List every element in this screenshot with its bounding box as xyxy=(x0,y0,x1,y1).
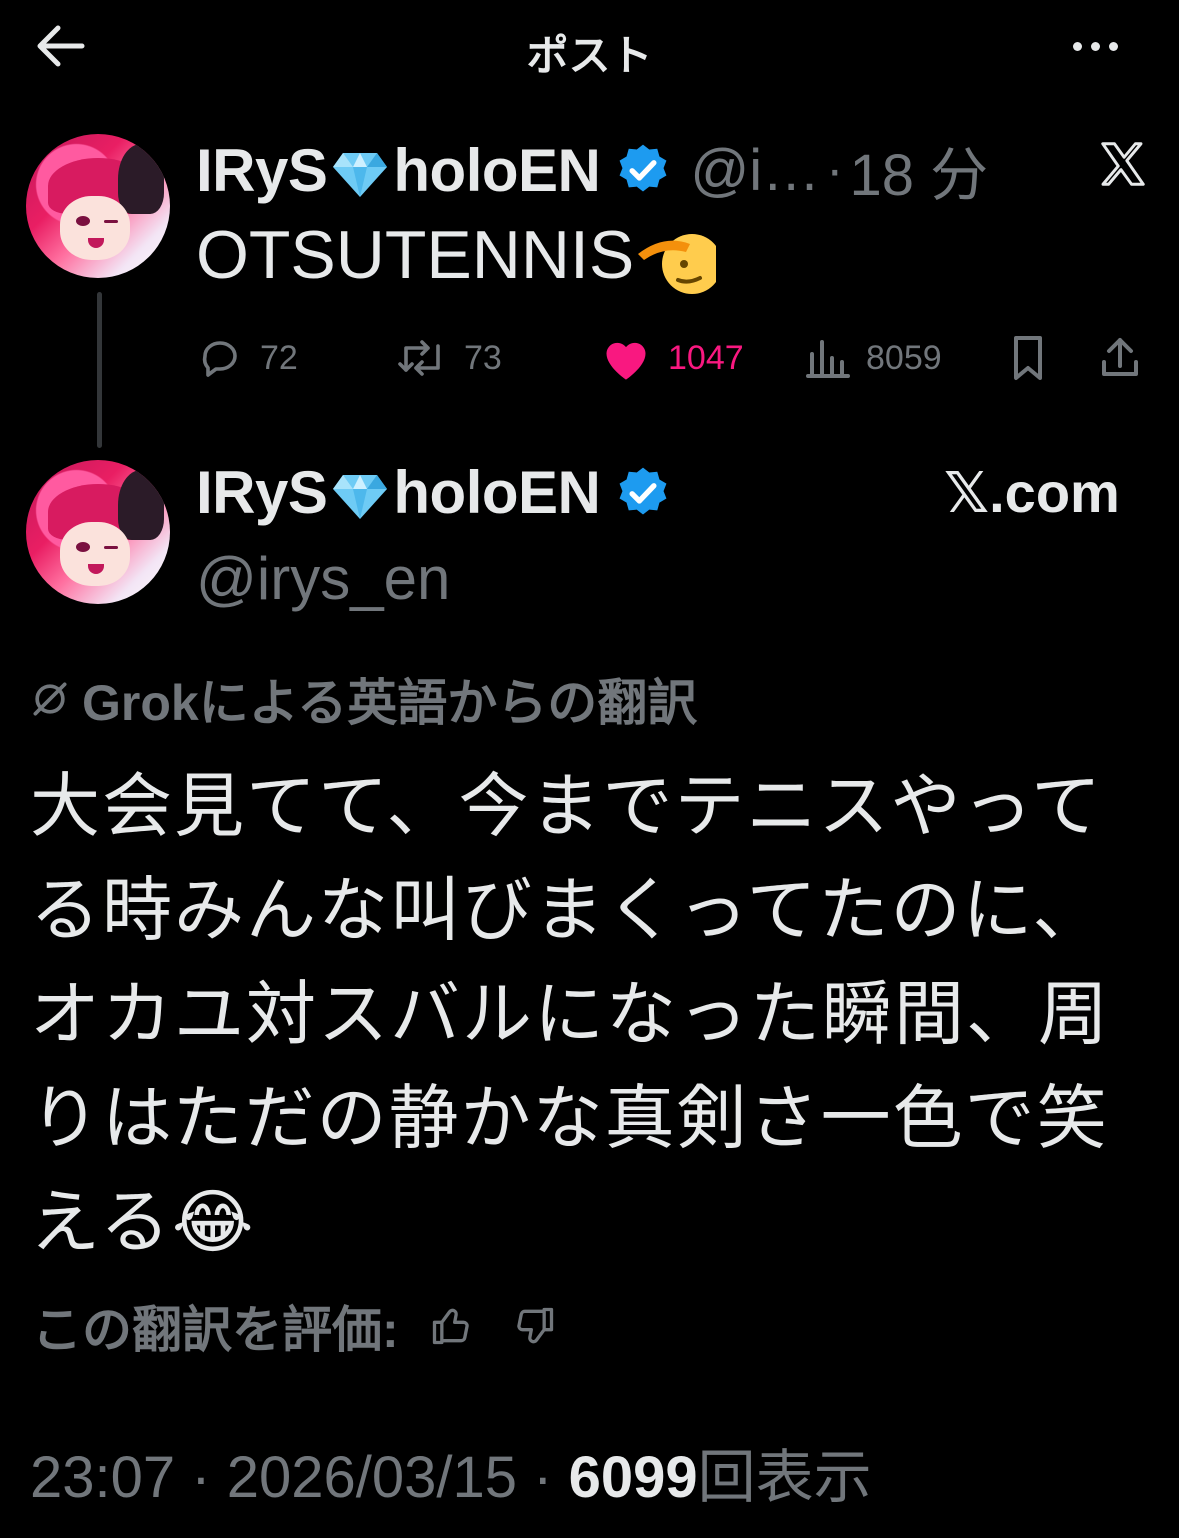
main-author-row: IRyS holoEN xyxy=(196,458,672,527)
thumbs-up-button[interactable] xyxy=(429,1304,473,1348)
views-label: 回表示 xyxy=(697,1445,872,1510)
tweet-meta: 23:07 · 2026/03/15 · 6099回表示 xyxy=(30,1430,872,1514)
bookmark-icon xyxy=(1014,336,1042,380)
analytics-icon xyxy=(806,340,850,378)
more-dot xyxy=(1108,41,1118,51)
separator: · xyxy=(533,1445,553,1510)
post-time: 23:07 xyxy=(30,1445,176,1510)
x-logo-icon xyxy=(1101,142,1145,186)
thread-line xyxy=(97,292,102,448)
bookmark-button[interactable] xyxy=(1006,330,1066,386)
page-title: ポスト xyxy=(526,32,653,79)
reply-author-row: IRyS holoEN @i… · 18 分 xyxy=(196,128,988,212)
separator: · xyxy=(826,141,844,199)
top-bar: ポスト xyxy=(0,0,1179,96)
thumbs-down-icon xyxy=(516,1307,553,1344)
separator: · xyxy=(191,1445,211,1510)
source-label[interactable]: 𝕏.com xyxy=(944,460,1120,526)
rate-label: この翻訳を評価: xyxy=(32,1302,399,1358)
reply-icon xyxy=(202,341,237,377)
reply-count: 72 xyxy=(260,338,298,377)
post-date: 2026/03/15 xyxy=(226,1445,518,1510)
like-count: 1047 xyxy=(668,338,744,377)
rate-translation: この翻訳を評価: xyxy=(32,1290,557,1362)
more-dot xyxy=(1090,41,1100,51)
thumbs-up-icon xyxy=(432,1308,469,1345)
verified-badge-icon xyxy=(619,144,667,192)
saluting-face-icon xyxy=(638,234,717,295)
translation-note-text: Grokによる英語からの翻訳 xyxy=(82,675,698,731)
more-dots-icon xyxy=(1072,41,1082,51)
translation-note[interactable]: Grokによる英語からの翻訳 xyxy=(28,663,697,735)
translate-icon xyxy=(33,682,67,716)
tweet-time[interactable]: 18 分 xyxy=(849,128,988,212)
share-button[interactable] xyxy=(1096,330,1160,386)
share-icon xyxy=(1102,338,1138,376)
views-count[interactable]: 6099 xyxy=(569,1445,698,1510)
views-count: 8059 xyxy=(866,338,942,377)
heart-filled-icon xyxy=(606,342,646,380)
views-button[interactable]: 8059 xyxy=(806,330,942,386)
gem-icon xyxy=(333,475,388,520)
avatar[interactable] xyxy=(26,134,170,278)
like-button[interactable]: 1047 xyxy=(600,330,744,386)
gem-icon xyxy=(333,152,388,197)
repost-button[interactable]: 73 xyxy=(396,330,502,386)
author-handle[interactable]: @i… xyxy=(690,137,820,204)
reply-button[interactable]: 72 xyxy=(196,330,298,386)
tears-of-joy-emoji: 😂 xyxy=(171,1183,256,1261)
author-name[interactable]: IRyS holoEN xyxy=(196,136,601,205)
more-button[interactable] xyxy=(1060,22,1130,70)
avatar[interactable] xyxy=(26,460,170,604)
translated-text: 大会見てて、今までテニスやってる時みんな叫びまくってたのに、オカユ対スバルになっ… xyxy=(30,767,1110,1261)
action-bar: 72 73 1047 8059 xyxy=(196,330,1156,386)
author-handle[interactable]: @irys_en xyxy=(196,544,450,613)
verified-badge-icon xyxy=(619,467,667,515)
repost-icon xyxy=(398,340,440,376)
thumbs-down-button[interactable] xyxy=(513,1304,557,1348)
tweet-text: OTSUTENNIS xyxy=(196,216,717,296)
author-name[interactable]: IRyS holoEN xyxy=(196,458,601,527)
repost-count: 73 xyxy=(464,338,502,377)
